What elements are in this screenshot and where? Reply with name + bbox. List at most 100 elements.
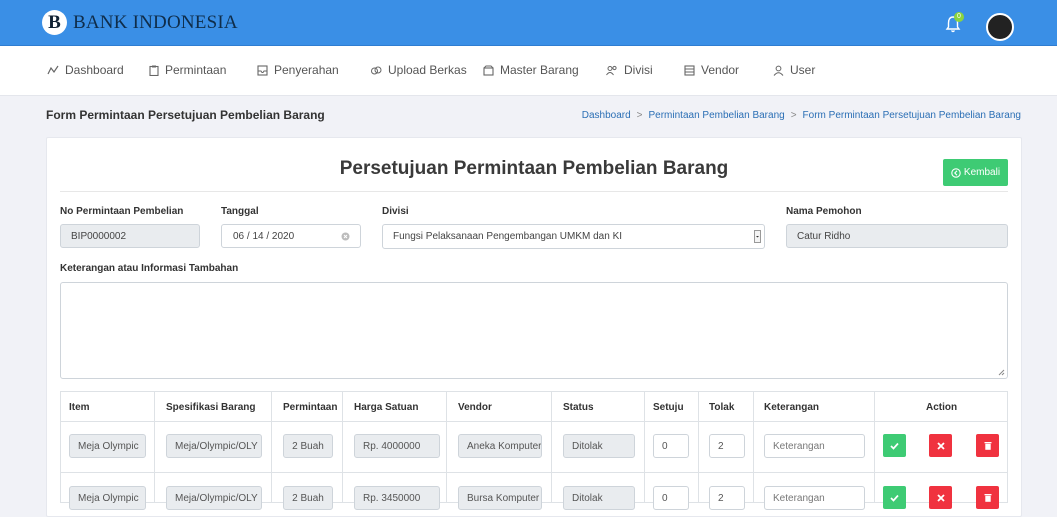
nav-label: Upload Berkas — [388, 63, 467, 77]
nav-divisi[interactable]: Divisi — [606, 63, 653, 77]
col-vendor: Vendor — [458, 402, 492, 413]
item-field[interactable]: Meja Olympic — [69, 486, 146, 510]
col-permintaan: Permintaan — [283, 402, 338, 413]
col-harga: Harga Satuan — [354, 402, 419, 413]
column-divider — [551, 391, 552, 503]
kembali-label: Kembali — [963, 167, 1001, 178]
kembali-button[interactable]: Kembali — [943, 159, 1008, 186]
reject-button[interactable] — [929, 486, 952, 509]
box-icon — [483, 65, 494, 76]
col-item: Item — [69, 402, 90, 413]
trash-icon — [984, 494, 991, 502]
delete-button[interactable] — [976, 486, 999, 509]
breadcrumb-current: Form Permintaan Persetujuan Pembelian Ba… — [802, 110, 1021, 121]
page-title: Form Permintaan Persetujuan Pembelian Ba… — [46, 108, 325, 122]
brand-name: BANK INDONESIA — [73, 11, 238, 33]
column-divider — [874, 391, 875, 503]
clear-date-icon[interactable] — [341, 232, 350, 241]
resize-handle-icon[interactable] — [998, 369, 1005, 376]
column-divider — [644, 391, 645, 503]
bank-indonesia-logo: B — [42, 10, 67, 35]
vendor-field[interactable]: Bursa Komputer — [458, 486, 542, 510]
users-icon — [606, 65, 617, 75]
back-circle-icon — [951, 167, 961, 178]
col-tolak: Tolak — [709, 402, 735, 413]
tanggal-label: Tanggal — [221, 206, 259, 217]
delete-button[interactable] — [976, 434, 999, 457]
keterangan-label: Keterangan atau Informasi Tambahan — [60, 263, 239, 274]
column-divider — [446, 391, 447, 503]
pemohon-label: Nama Pemohon — [786, 206, 862, 217]
spec-field[interactable]: Meja/Olympic/OLY — [166, 434, 262, 458]
breadcrumb: Dashboard > Permintaan Pembelian Barang … — [582, 110, 1021, 121]
status-field[interactable]: Ditolak — [563, 434, 635, 458]
nav-label: Divisi — [624, 63, 653, 77]
user-avatar[interactable] — [986, 13, 1014, 41]
vendor-field[interactable]: Aneka Komputer — [458, 434, 542, 458]
nav-label: Permintaan — [165, 63, 227, 77]
nav-label: Penyerahan — [274, 63, 339, 77]
store-icon — [684, 64, 695, 76]
select-arrows-icon — [754, 230, 761, 243]
no-permintaan-field[interactable]: BIP0000002 — [60, 224, 200, 248]
check-icon — [890, 442, 899, 450]
qty-field[interactable]: 2 Buah — [283, 486, 333, 510]
spec-field[interactable]: Meja/Olympic/OLY — [166, 486, 262, 510]
tolak-input[interactable]: 2 — [709, 434, 745, 458]
trash-icon — [984, 442, 991, 450]
reject-button[interactable] — [929, 434, 952, 457]
form-heading: Persetujuan Permintaan Pembelian Barang — [339, 158, 729, 179]
setuju-input[interactable]: 0 — [653, 486, 689, 510]
divider — [60, 191, 1008, 192]
breadcrumb-dashboard[interactable]: Dashboard — [582, 110, 631, 121]
setuju-input[interactable]: 0 — [653, 434, 689, 458]
column-divider — [271, 391, 272, 503]
price-field[interactable]: Rp. 3450000 — [354, 486, 440, 510]
no-permintaan-label: No Permintaan Pembelian — [60, 206, 184, 217]
item-field[interactable]: Meja Olympic — [69, 434, 146, 458]
close-icon — [936, 493, 945, 502]
user-icon — [773, 65, 784, 76]
divisi-value: Fungsi Pelaksanaan Pengembangan UMKM dan… — [393, 231, 623, 242]
keterangan-input[interactable]: Keterangan — [764, 486, 865, 510]
breadcrumb-separator: > — [790, 110, 797, 121]
nav-penyerahan[interactable]: Penyerahan — [257, 63, 339, 77]
header-row-divider — [61, 421, 1007, 422]
pemohon-field[interactable]: Catur Ridho — [786, 224, 1008, 248]
price-field[interactable]: Rp. 4000000 — [354, 434, 440, 458]
nav-label: Master Barang — [500, 63, 579, 77]
status-field[interactable]: Ditolak — [563, 486, 635, 510]
clipboard-icon — [149, 65, 159, 76]
tolak-input[interactable]: 2 — [709, 486, 745, 510]
dashboard-icon — [47, 65, 59, 75]
check-icon — [890, 494, 899, 502]
nav-permintaan[interactable]: Permintaan — [149, 63, 226, 77]
close-icon — [936, 441, 945, 450]
qty-field[interactable]: 2 Buah — [283, 434, 333, 458]
keterangan-textarea[interactable] — [60, 282, 1008, 379]
nav-upload-berkas[interactable]: Upload Berkas — [370, 63, 467, 77]
column-divider — [753, 391, 754, 503]
brand[interactable]: B BANK INDONESIA — [42, 10, 238, 35]
approve-button[interactable] — [883, 486, 906, 509]
inbox-icon — [257, 64, 268, 76]
tanggal-value: 06 / 14 / 2020 — [233, 231, 295, 242]
nav-label: User — [790, 63, 816, 77]
col-keterangan: Keterangan — [764, 402, 820, 413]
divisi-label: Divisi — [382, 206, 409, 217]
approve-button[interactable] — [883, 434, 906, 457]
nav-dashboard[interactable]: Dashboard — [47, 63, 124, 77]
divisi-select[interactable]: Fungsi Pelaksanaan Pengembangan UMKM dan… — [382, 224, 765, 249]
nav-user[interactable]: User — [773, 63, 815, 77]
col-spesifikasi: Spesifikasi Barang — [166, 402, 256, 413]
col-setuju: Setuju — [653, 402, 684, 413]
nav-vendor[interactable]: Vendor — [684, 63, 739, 77]
column-divider — [698, 391, 699, 503]
nav-master-barang[interactable]: Master Barang — [483, 63, 579, 77]
column-divider — [342, 391, 343, 503]
breadcrumb-permintaan[interactable]: Permintaan Pembelian Barang — [649, 110, 785, 121]
upload-icon — [371, 66, 382, 74]
tanggal-field[interactable]: 06 / 14 / 2020 — [221, 224, 361, 248]
row-divider — [61, 472, 1007, 473]
keterangan-input[interactable]: Keterangan — [764, 434, 865, 458]
